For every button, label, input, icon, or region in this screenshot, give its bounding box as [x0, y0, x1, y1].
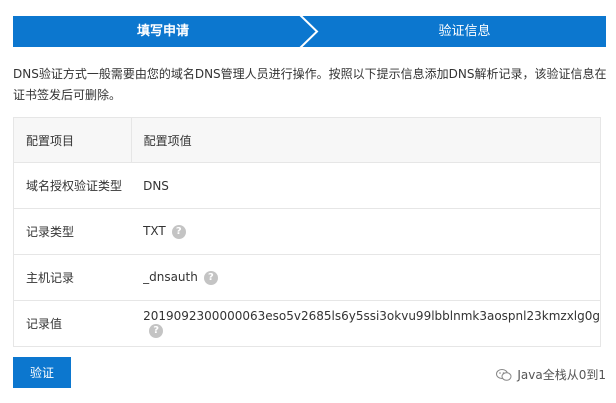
- step-fill-application: 填写申请: [136, 24, 189, 39]
- step-verify-info: 验证信息: [438, 24, 491, 39]
- help-icon[interactable]: ?: [203, 270, 218, 285]
- row-value-cell: _dnsauth?: [131, 254, 601, 301]
- dns-config-table: 配置项目 配置项值 域名授权验证类型 DNS 记录类型 TXT? 主机记录 _d…: [13, 117, 601, 347]
- verify-button[interactable]: 验证: [13, 357, 71, 388]
- watermark-text: Java全栈从0到1: [517, 368, 606, 382]
- row-value-cell: 2019092300000063eso5v2685ls6y5ssi3okvu99…: [131, 300, 601, 347]
- table-header-row: 配置项目 配置项值: [13, 117, 601, 163]
- help-icon[interactable]: ?: [149, 323, 164, 338]
- table-row: 记录类型 TXT?: [13, 208, 601, 255]
- row-value: TXT: [143, 224, 166, 239]
- watermark: Java全栈从0到1: [496, 366, 606, 383]
- header-config-item: 配置项目: [13, 117, 132, 163]
- row-label: 主机记录: [13, 254, 132, 301]
- step-indicator: 填写申请 验证信息: [13, 16, 606, 47]
- table-row: 记录值 2019092300000063eso5v2685ls6y5ssi3ok…: [13, 300, 601, 347]
- row-value: DNS: [143, 178, 169, 193]
- row-value[interactable]: 2019092300000063eso5v2685ls6y5ssi3okvu99…: [143, 309, 600, 323]
- row-label: 域名授权验证类型: [13, 162, 132, 209]
- row-value-cell: TXT?: [131, 208, 601, 255]
- row-value-cell: DNS: [131, 162, 601, 209]
- table-row: 域名授权验证类型 DNS: [13, 162, 601, 209]
- row-label: 记录值: [13, 300, 132, 347]
- wechat-icon: [496, 368, 512, 381]
- row-value: _dnsauth: [143, 270, 198, 285]
- help-icon[interactable]: ?: [171, 224, 186, 239]
- dns-verification-description: DNS验证方式一般需要由您的域名DNS管理人员进行操作。按照以下提示信息添加DN…: [13, 67, 607, 102]
- row-label: 记录类型: [13, 208, 132, 255]
- table-row: 主机记录 _dnsauth?: [13, 254, 601, 301]
- header-config-value: 配置项值: [131, 117, 601, 163]
